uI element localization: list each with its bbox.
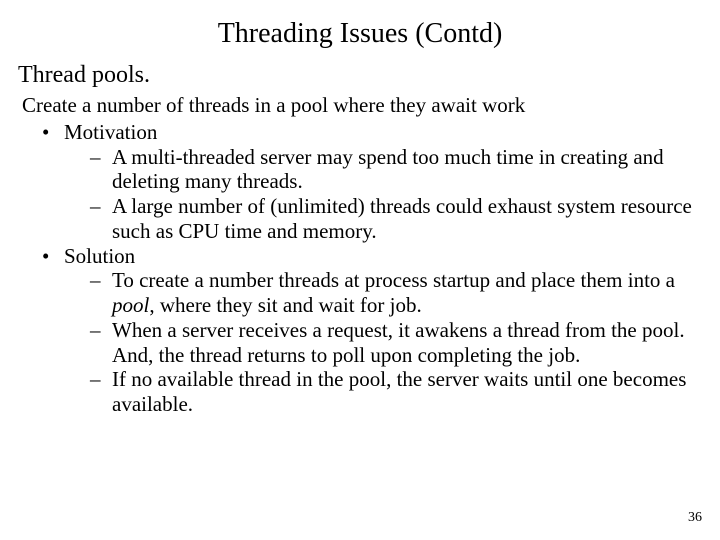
section-motivation: Motivation A multi-threaded server may s… — [42, 120, 698, 244]
section-label: Motivation — [64, 120, 157, 144]
list-item: To create a number threads at process st… — [90, 268, 698, 318]
slide-body: Create a number of threads in a pool whe… — [0, 93, 720, 417]
list-item: A large number of (unlimited) threads co… — [90, 194, 698, 244]
lead-text: Create a number of threads in a pool whe… — [22, 93, 698, 118]
list-item: When a server receives a request, it awa… — [90, 318, 698, 368]
list-item: If no available thread in the pool, the … — [90, 367, 698, 417]
bullet-list: Motivation A multi-threaded server may s… — [22, 120, 698, 417]
section-label: Solution — [64, 244, 135, 268]
italic-text: pool — [112, 293, 149, 317]
sub-list: A multi-threaded server may spend too mu… — [64, 145, 698, 244]
slide-title: Threading Issues (Contd) — [0, 0, 720, 56]
page-number: 36 — [688, 510, 702, 526]
section-solution: Solution To create a number threads at p… — [42, 244, 698, 417]
slide: Threading Issues (Contd) Thread pools. C… — [0, 0, 720, 540]
list-item: A multi-threaded server may spend too mu… — [90, 145, 698, 195]
text-fragment: , where they sit and wait for job. — [149, 293, 421, 317]
slide-subtitle: Thread pools. — [0, 56, 720, 91]
sub-list: To create a number threads at process st… — [64, 268, 698, 417]
text-fragment: To create a number threads at process st… — [112, 268, 675, 292]
